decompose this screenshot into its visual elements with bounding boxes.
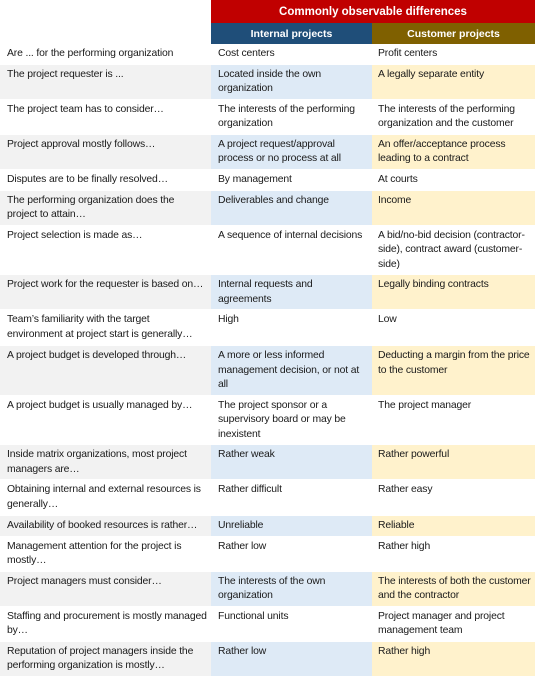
row-label-cell: A project budget is usually managed by… — [0, 395, 211, 445]
internal-projects-cell: The interests of the own organization — [211, 571, 372, 607]
internal-projects-cell: Unreliable — [211, 515, 372, 537]
customer-projects-cell: A legally separate entity — [372, 64, 535, 100]
customer-projects-cell: The project manager — [372, 395, 535, 445]
row-label-cell: Team’s familiarity with the target envir… — [0, 309, 211, 346]
internal-projects-cell: Located inside the own organization — [211, 64, 372, 100]
table-row: The project team has to consider… The int… — [0, 99, 535, 135]
table-row: Project work for the requester is based … — [0, 274, 535, 310]
table-row: Disputes are to be finally resolved… By m… — [0, 169, 535, 191]
customer-projects-cell: Rather easy — [372, 479, 535, 516]
internal-projects-cell: Deliverables and change — [211, 190, 372, 226]
table-row: Project selection is made as… A sequence … — [0, 225, 535, 275]
internal-projects-cell: Internal requests and agreements — [211, 274, 372, 310]
internal-projects-cell: High — [211, 309, 372, 346]
row-label-cell: The project team has to consider… — [0, 99, 211, 135]
internal-projects-cell: Rather low — [211, 641, 372, 677]
table-row: A project budget is developed through… A … — [0, 345, 535, 396]
table-row: The performing organization does the pro… — [0, 190, 535, 226]
internal-projects-cell: Rather low — [211, 536, 372, 572]
row-label-cell: Disputes are to be finally resolved… — [0, 169, 211, 191]
customer-projects-cell: At courts — [372, 169, 535, 191]
customer-projects-cell: Reliable — [372, 515, 535, 537]
internal-projects-cell: Rather difficult — [211, 479, 372, 516]
internal-projects-cell: The project sponsor or a supervisory boa… — [211, 395, 372, 445]
customer-projects-cell: Income — [372, 190, 535, 226]
row-label-cell: Are ... for the performing organization — [0, 44, 211, 65]
customer-projects-cell: Rather powerful — [372, 444, 535, 480]
comparison-table: Are ... for the performing organization C… — [0, 44, 535, 677]
row-label-cell: Obtaining internal and external resource… — [0, 479, 211, 516]
row-label-cell: Project approval mostly follows… — [0, 134, 211, 170]
header-title: Commonly observable differences — [211, 0, 535, 23]
header-internal-projects: Internal projects — [211, 23, 372, 44]
row-label-cell: The project requester is ... — [0, 64, 211, 100]
table-row: Reputation of project managers inside th… — [0, 641, 535, 677]
customer-projects-cell: Deducting a margin from the price to the… — [372, 345, 535, 396]
customer-projects-cell: Rather high — [372, 536, 535, 572]
customer-projects-cell: An offer/acceptance process leading to a… — [372, 134, 535, 170]
table-row: Management attention for the project is … — [0, 536, 535, 572]
internal-projects-cell: A sequence of internal decisions — [211, 225, 372, 275]
internal-projects-cell: The interests of the performing organiza… — [211, 99, 372, 135]
customer-projects-cell: The interests of both the customer and t… — [372, 571, 535, 607]
row-label-cell: Inside matrix organizations, most projec… — [0, 444, 211, 480]
internal-projects-cell: A project request/approval process or no… — [211, 134, 372, 170]
row-label-cell: Staffing and procurement is mostly manag… — [0, 606, 211, 642]
table-row: Project managers must consider… The inter… — [0, 571, 535, 607]
row-label-cell: The performing organization does the pro… — [0, 190, 211, 226]
internal-projects-cell: By management — [211, 169, 372, 191]
customer-projects-cell: Project manager and project management t… — [372, 606, 535, 642]
customer-projects-cell: Profit centers — [372, 44, 535, 65]
table-row: Are ... for the performing organization C… — [0, 44, 535, 65]
table-row: Project approval mostly follows… A projec… — [0, 134, 535, 170]
row-label-cell: Project selection is made as… — [0, 225, 211, 275]
row-label-cell: Reputation of project managers inside th… — [0, 641, 211, 677]
customer-projects-cell: The interests of the performing organiza… — [372, 99, 535, 135]
table-row: A project budget is usually managed by… T… — [0, 395, 535, 445]
row-label-cell: Management attention for the project is … — [0, 536, 211, 572]
internal-projects-cell: Rather weak — [211, 444, 372, 480]
internal-projects-cell: Functional units — [211, 606, 372, 642]
customer-projects-cell: Low — [372, 309, 535, 346]
internal-projects-cell: Cost centers — [211, 44, 372, 65]
table-row: Availability of booked resources is rath… — [0, 515, 535, 537]
customer-projects-cell: Legally binding contracts — [372, 274, 535, 310]
row-label-cell: Project managers must consider… — [0, 571, 211, 607]
table-row: Staffing and procurement is mostly manag… — [0, 606, 535, 642]
table-row: Inside matrix organizations, most projec… — [0, 444, 535, 480]
row-label-cell: Availability of booked resources is rath… — [0, 515, 211, 537]
row-label-cell: Project work for the requester is based … — [0, 274, 211, 310]
row-label-cell: A project budget is developed through… — [0, 345, 211, 396]
table-row: Obtaining internal and external resource… — [0, 479, 535, 516]
table-row: Team’s familiarity with the target envir… — [0, 309, 535, 346]
customer-projects-cell: Rather high — [372, 641, 535, 677]
customer-projects-cell: A bid/no-bid decision (contractor-side),… — [372, 225, 535, 275]
internal-projects-cell: A more or less informed management decis… — [211, 345, 372, 396]
header-customer-projects: Customer projects — [372, 23, 535, 44]
table-row: The project requester is ... Located insi… — [0, 64, 535, 100]
